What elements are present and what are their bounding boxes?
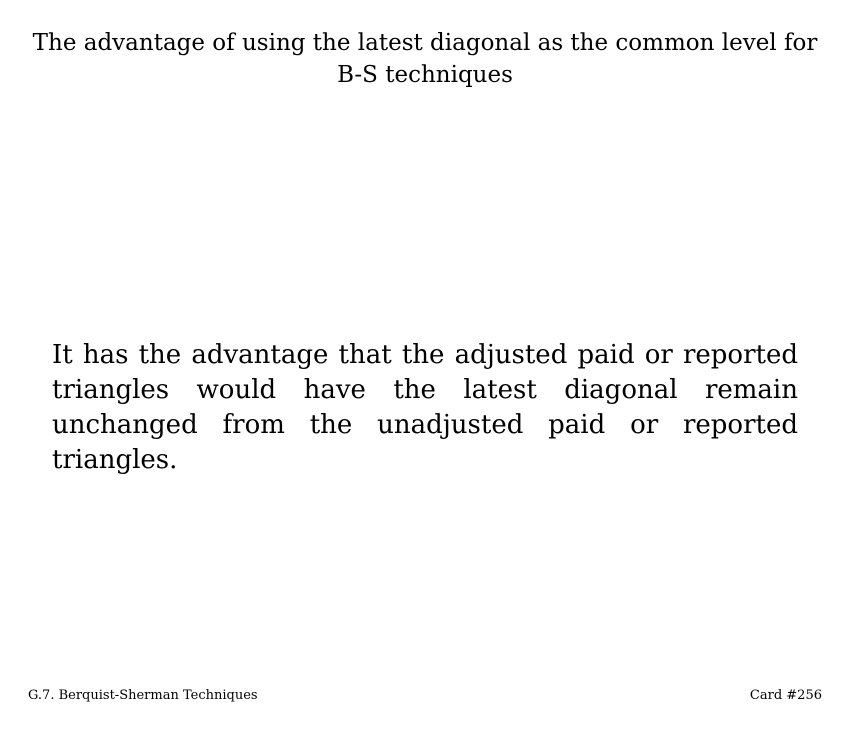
card-answer-text: It has the advantage that the adjusted p… [52, 340, 798, 475]
flashcard: The advantage of using the latest diagon… [0, 0, 850, 734]
card-number: Card #256 [749, 688, 822, 703]
card-title: The advantage of using the latest diagon… [32, 30, 818, 88]
section-label: G.7. Berquist-Sherman Techniques [28, 688, 258, 703]
